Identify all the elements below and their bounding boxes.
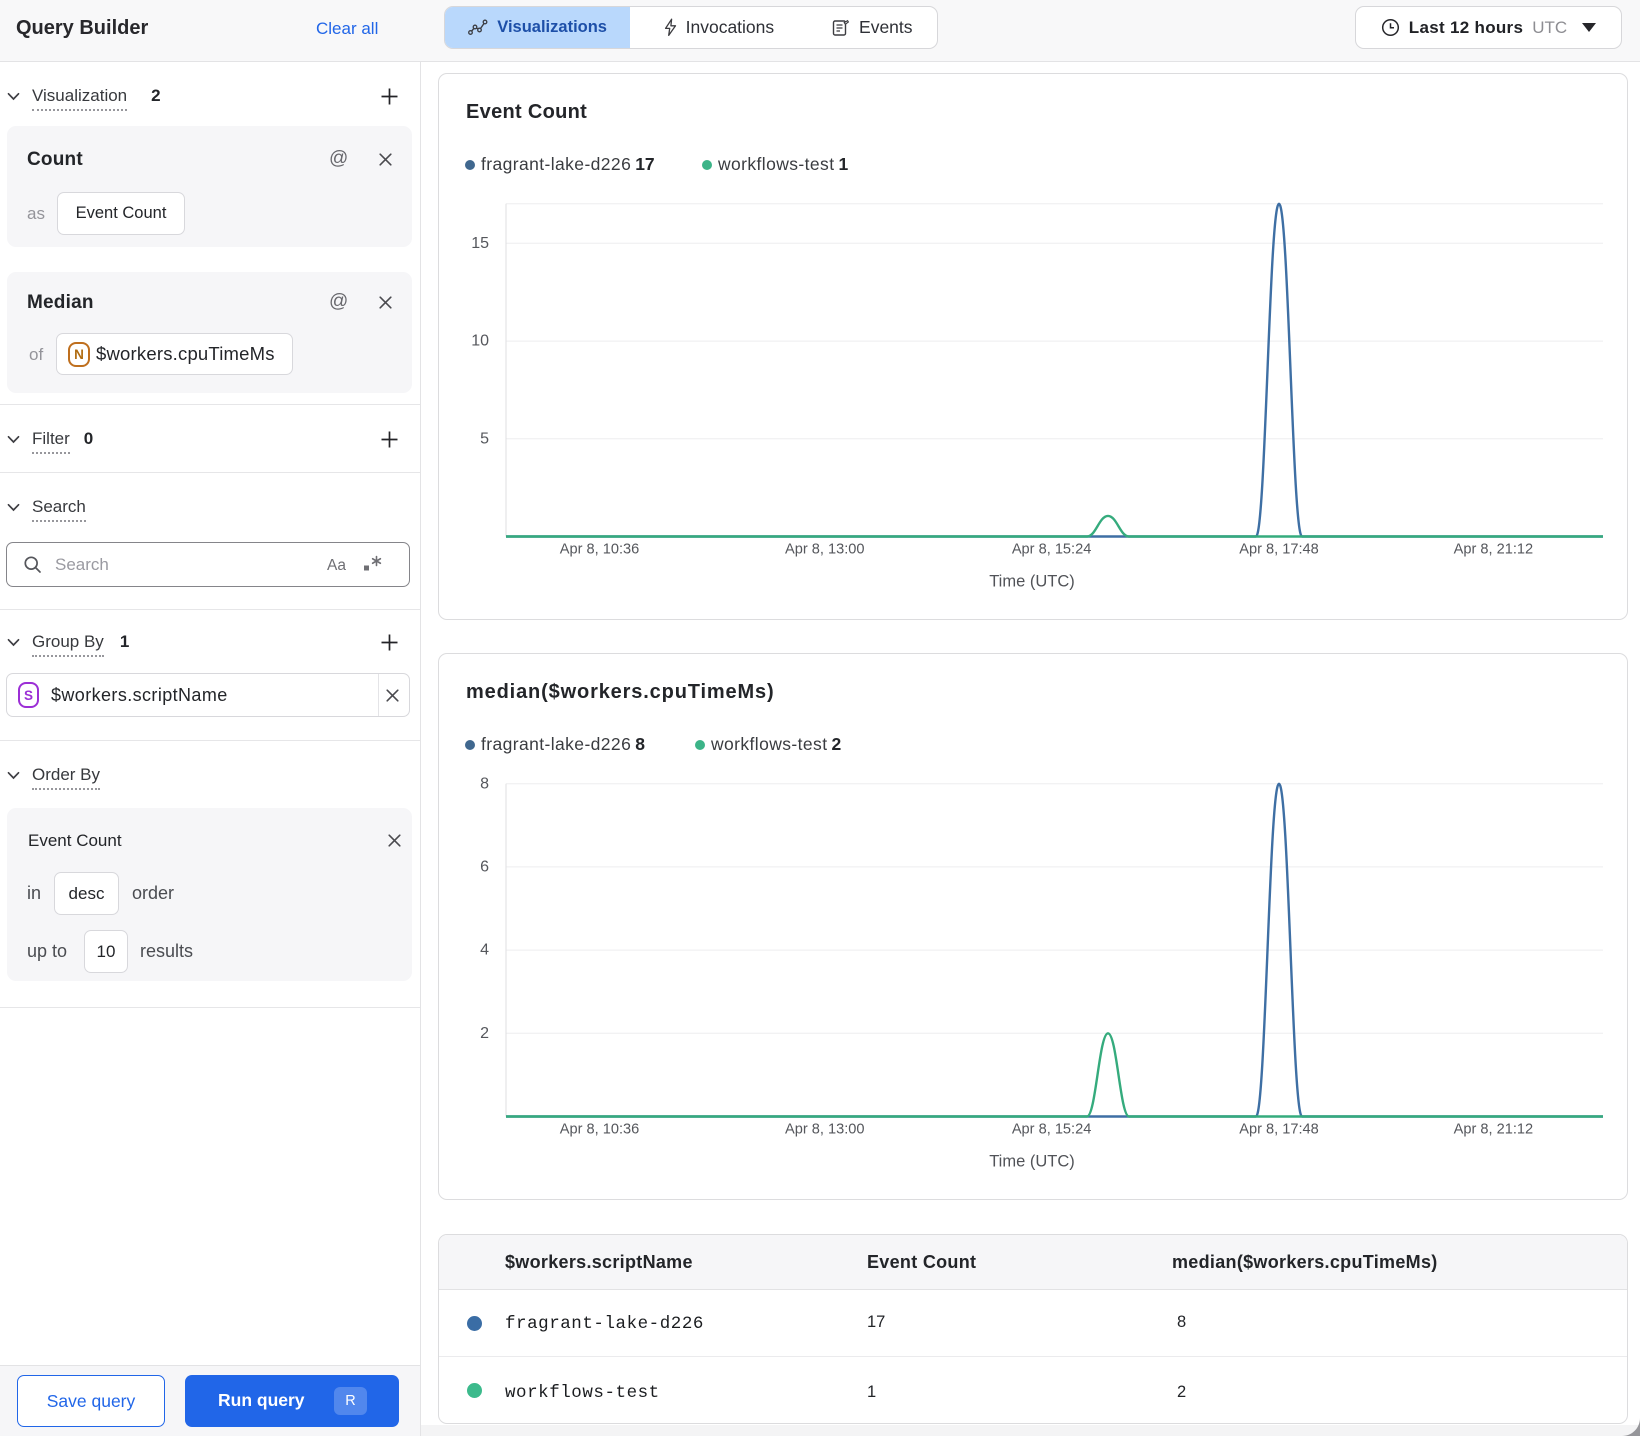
svg-text:Apr 8, 13:00: Apr 8, 13:00 bbox=[785, 542, 865, 558]
svg-text:5: 5 bbox=[480, 430, 489, 447]
svg-text:Apr 8, 15:24: Apr 8, 15:24 bbox=[1012, 1122, 1092, 1138]
svg-text:Apr 8, 15:24: Apr 8, 15:24 bbox=[1012, 542, 1092, 558]
svg-text:15: 15 bbox=[471, 235, 489, 252]
svg-text:Apr 8, 10:36: Apr 8, 10:36 bbox=[560, 1122, 640, 1138]
svg-text:Apr 8, 10:36: Apr 8, 10:36 bbox=[560, 542, 640, 558]
svg-text:Apr 8, 17:48: Apr 8, 17:48 bbox=[1239, 1122, 1319, 1138]
svg-text:Apr 8, 21:12: Apr 8, 21:12 bbox=[1454, 1122, 1534, 1138]
svg-text:Time (UTC): Time (UTC) bbox=[989, 573, 1075, 591]
svg-text:6: 6 bbox=[480, 858, 489, 875]
svg-text:Apr 8, 13:00: Apr 8, 13:00 bbox=[785, 1122, 865, 1138]
svg-text:Apr 8, 17:48: Apr 8, 17:48 bbox=[1239, 542, 1319, 558]
svg-text:8: 8 bbox=[480, 775, 489, 792]
svg-text:2: 2 bbox=[480, 1025, 489, 1042]
svg-text:10: 10 bbox=[471, 333, 489, 350]
svg-text:4: 4 bbox=[480, 942, 489, 959]
svg-text:Apr 8, 21:12: Apr 8, 21:12 bbox=[1454, 542, 1534, 558]
svg-text:Time (UTC): Time (UTC) bbox=[989, 1153, 1075, 1171]
